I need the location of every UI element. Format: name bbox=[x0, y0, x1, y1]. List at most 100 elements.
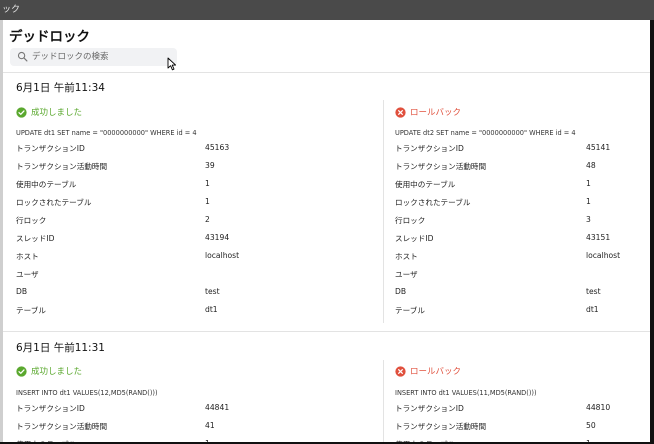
x-circle-icon bbox=[395, 106, 406, 118]
detail-key: ホスト bbox=[395, 252, 418, 261]
detail-value: 1 bbox=[586, 179, 591, 188]
status-label: 成功しました bbox=[31, 108, 83, 118]
detail-row: トランザクション活動時間 50 bbox=[395, 421, 646, 433]
transaction-query: INSERT INTO dt1 VALUES(11,MD5(RAND())) bbox=[395, 389, 537, 397]
detail-value: dt1 bbox=[586, 305, 599, 314]
detail-value: 43151 bbox=[586, 233, 611, 242]
detail-row: トランザクションID 44810 bbox=[395, 403, 646, 415]
detail-value: 39 bbox=[205, 161, 215, 170]
detail-row: 使用中のテーブル 1 bbox=[16, 179, 265, 191]
detail-value: 41 bbox=[205, 421, 215, 430]
detail-key: トランザクションID bbox=[16, 144, 85, 153]
detail-key: DB bbox=[16, 287, 28, 296]
detail-key: トランザクション活動時間 bbox=[395, 422, 487, 431]
detail-row: トランザクション活動時間 41 bbox=[16, 421, 265, 433]
detail-row: トランザクション活動時間 39 bbox=[16, 161, 265, 173]
detail-row: スレッドID 43151 bbox=[395, 233, 646, 245]
window-titlebar: ック bbox=[0, 0, 654, 20]
detail-value: test bbox=[586, 287, 601, 296]
detail-key: 使用中のテーブル bbox=[16, 180, 77, 189]
detail-key: テーブル bbox=[16, 306, 46, 315]
status-success: 成功しました bbox=[16, 365, 82, 377]
detail-value: test bbox=[205, 287, 220, 296]
detail-key: トランザクションID bbox=[16, 404, 85, 413]
detail-row: スレッドID 43194 bbox=[16, 233, 265, 245]
detail-row: 行ロック 2 bbox=[16, 215, 265, 227]
detail-key: テーブル bbox=[395, 306, 425, 315]
detail-key: トランザクション活動時間 bbox=[16, 422, 108, 431]
transaction-query: UPDATE dt2 SET name = "0000000000" WHERE… bbox=[395, 129, 576, 137]
search-input[interactable] bbox=[32, 49, 172, 65]
search-icon bbox=[17, 51, 28, 62]
detail-row: ユーザ bbox=[395, 269, 646, 281]
column-divider bbox=[383, 100, 384, 323]
detail-row: テーブル dt1 bbox=[16, 305, 265, 317]
detail-value: 50 bbox=[586, 421, 596, 430]
detail-key: トランザクションID bbox=[395, 144, 464, 153]
detail-row: トランザクションID 44841 bbox=[16, 403, 265, 415]
detail-key: ホスト bbox=[16, 252, 39, 261]
detail-value: localhost bbox=[205, 251, 240, 260]
detail-key: ロックされたテーブル bbox=[16, 198, 92, 207]
search-box[interactable] bbox=[10, 48, 177, 66]
detail-row: ホスト localhost bbox=[395, 251, 646, 263]
detail-value: 44810 bbox=[586, 403, 611, 412]
deadlock-timestamp: 6月1日 午前11:34 bbox=[16, 82, 105, 94]
window-frame-left bbox=[0, 20, 3, 444]
status-label: ロールバック bbox=[410, 367, 462, 377]
status-rollback: ロールバック bbox=[395, 365, 461, 377]
divider bbox=[3, 331, 650, 332]
detail-row: ホスト localhost bbox=[16, 251, 265, 263]
detail-row: ユーザ bbox=[16, 269, 265, 281]
detail-key: DB bbox=[395, 287, 407, 296]
column-divider bbox=[383, 360, 384, 444]
detail-value: 44841 bbox=[205, 403, 230, 412]
detail-key: トランザクション活動時間 bbox=[395, 162, 487, 171]
detail-key: スレッドID bbox=[16, 234, 55, 243]
detail-row: DB test bbox=[16, 287, 265, 299]
detail-value: 3 bbox=[586, 215, 591, 224]
detail-key: ユーザ bbox=[16, 270, 39, 279]
detail-key: ユーザ bbox=[395, 270, 418, 279]
x-circle-icon bbox=[395, 365, 406, 377]
detail-row: 行ロック 3 bbox=[395, 215, 646, 227]
deadlock-timestamp: 6月1日 午前11:31 bbox=[16, 342, 105, 354]
detail-key: ロックされたテーブル bbox=[395, 198, 471, 207]
detail-value: 2 bbox=[205, 215, 210, 224]
detail-value: 48 bbox=[586, 161, 596, 170]
detail-row: 使用中のテーブル 1 bbox=[395, 179, 646, 191]
detail-row: DB test bbox=[395, 287, 646, 299]
detail-key: 行ロック bbox=[395, 216, 426, 225]
window-frame-right bbox=[650, 20, 654, 444]
detail-row: トランザクションID 45163 bbox=[16, 143, 265, 155]
transaction-query: UPDATE dt1 SET name = "0000000000" WHERE… bbox=[16, 129, 197, 137]
detail-row: トランザクションID 45141 bbox=[395, 143, 646, 155]
detail-value: 45163 bbox=[205, 143, 230, 152]
detail-row: ロックされたテーブル 1 bbox=[395, 197, 646, 209]
detail-row: トランザクション活動時間 48 bbox=[395, 161, 646, 173]
detail-value: dt1 bbox=[205, 305, 218, 314]
mouse-cursor-icon bbox=[167, 57, 177, 71]
detail-value: 45141 bbox=[586, 143, 611, 152]
detail-value: 1 bbox=[586, 197, 591, 206]
transaction-query: INSERT INTO dt1 VALUES(12,MD5(RAND())) bbox=[16, 389, 158, 397]
detail-value: 1 bbox=[205, 179, 210, 188]
window-title: ック bbox=[2, 5, 21, 15]
detail-key: トランザクションID bbox=[395, 404, 464, 413]
status-rollback: ロールバック bbox=[395, 106, 461, 118]
detail-row: ロックされたテーブル 1 bbox=[16, 197, 265, 209]
detail-value: localhost bbox=[586, 251, 621, 260]
page-title: デッドロック bbox=[9, 29, 90, 45]
detail-key: 行ロック bbox=[16, 216, 47, 225]
check-circle-icon bbox=[16, 365, 27, 377]
detail-value: 43194 bbox=[205, 233, 230, 242]
status-success: 成功しました bbox=[16, 106, 82, 118]
detail-value: 1 bbox=[205, 197, 210, 206]
divider bbox=[3, 72, 650, 73]
check-circle-icon bbox=[16, 106, 27, 118]
status-label: 成功しました bbox=[31, 367, 83, 377]
detail-row: テーブル dt1 bbox=[395, 305, 646, 317]
detail-key: スレッドID bbox=[395, 234, 434, 243]
detail-key: 使用中のテーブル bbox=[395, 180, 456, 189]
status-label: ロールバック bbox=[410, 108, 462, 118]
